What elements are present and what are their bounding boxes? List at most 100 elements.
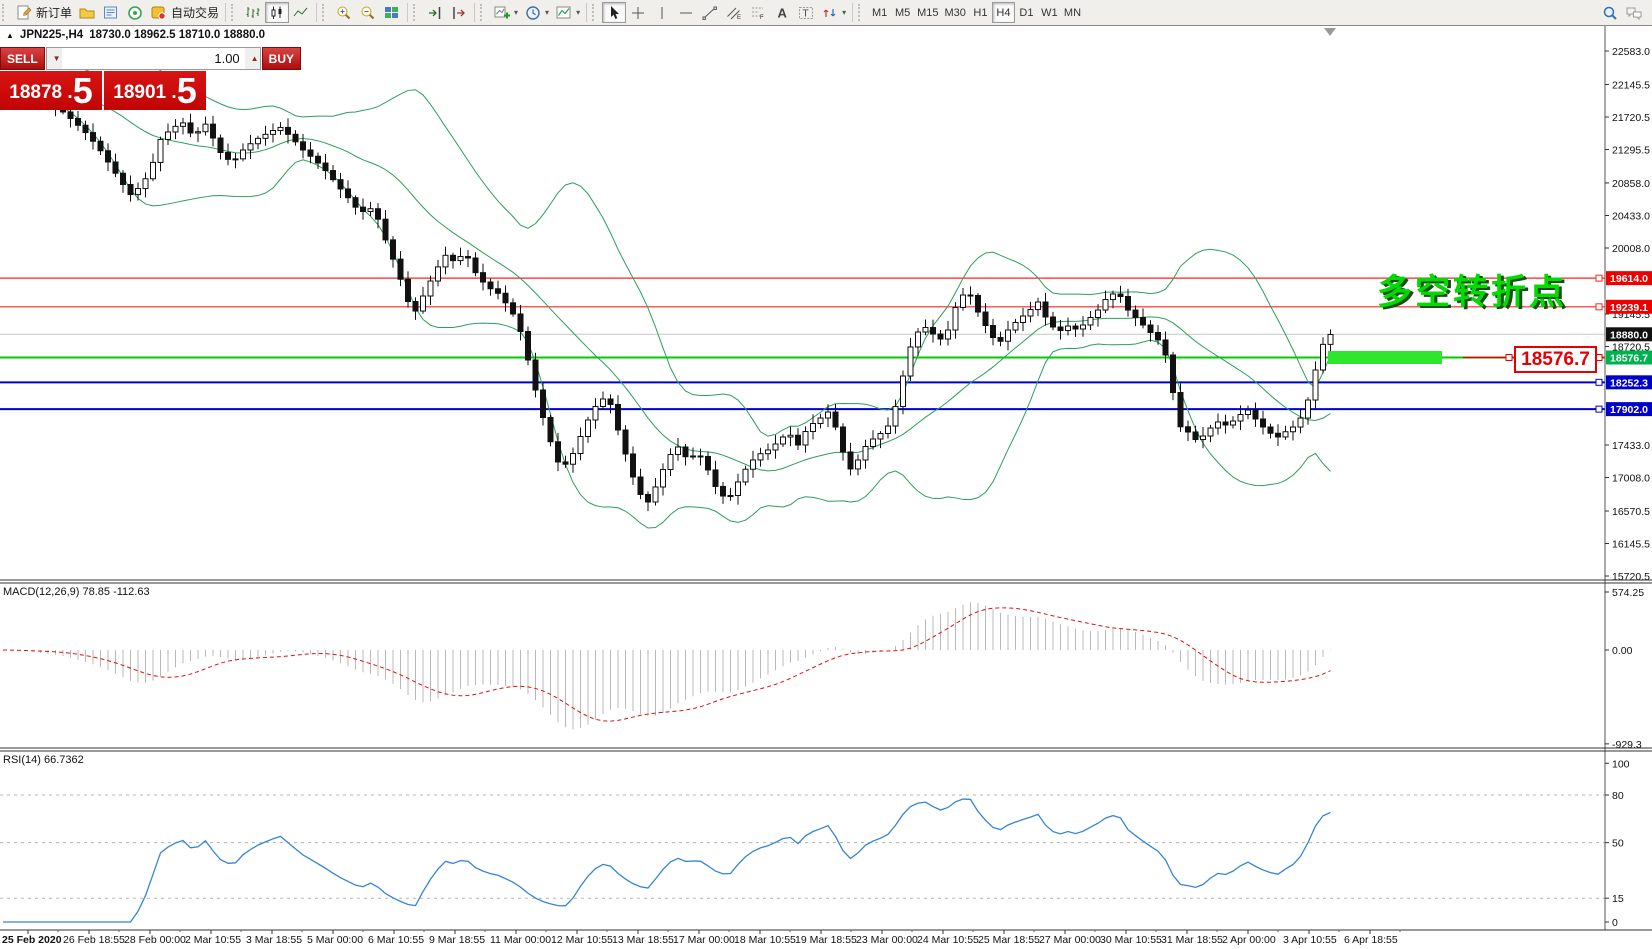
support-zone-highlight[interactable] [1328, 351, 1442, 364]
timeframe-d1[interactable]: D1 [1015, 2, 1038, 23]
volume-input[interactable] [62, 48, 245, 69]
timeframe-m15[interactable]: M15 [914, 2, 941, 23]
toolbar-grip[interactable] [413, 4, 420, 21]
auto-scroll-icon [426, 4, 444, 22]
svg-text:31 Mar 18:55: 31 Mar 18:55 [1161, 934, 1223, 946]
svg-text:100: 100 [1612, 758, 1630, 770]
toolbar-grip[interactable] [2, 4, 9, 21]
sell-price-tile[interactable]: 18878 .5 [0, 71, 102, 110]
volume-increase-button[interactable]: ▲ [245, 48, 260, 69]
timeframe-h1[interactable]: H1 [969, 2, 992, 23]
svg-text:20433.0: 20433.0 [1612, 210, 1650, 222]
line-anchor-handle[interactable] [1596, 379, 1602, 385]
svg-text:11 Mar 00:00: 11 Mar 00:00 [490, 934, 551, 946]
chart-surface[interactable]: 22583.022145.521720.521295.520858.020433… [0, 0, 1652, 949]
fibonacci-button[interactable]: F [746, 2, 770, 23]
timeframe-h4[interactable]: H4 [992, 2, 1015, 23]
svg-text:26 Feb 18:55: 26 Feb 18:55 [63, 934, 125, 946]
auto-scroll-button[interactable] [423, 2, 447, 23]
svg-text:F: F [760, 15, 764, 21]
main-toolbar: 新订单 自动交易 ▾ ▾ ▾ E F AT ▾ M1M5M15 M30H1 H4 D1W1MN [0, 0, 1652, 26]
chat-button[interactable] [1622, 2, 1646, 23]
cursor-button[interactable] [602, 2, 626, 23]
svg-text:15: 15 [1612, 893, 1624, 905]
toolbar-separator [852, 3, 853, 22]
line-anchor-handle[interactable] [1596, 304, 1602, 310]
chevron-down-icon[interactable]: ▾ [576, 9, 580, 17]
timeframe-mn[interactable]: MN [1061, 2, 1084, 23]
trendline-button[interactable] [698, 2, 722, 23]
toolbar-separator [474, 3, 475, 22]
svg-text:A: A [778, 5, 788, 20]
toolbar-grip[interactable] [480, 4, 487, 21]
bar-chart-button[interactable] [241, 2, 265, 23]
toolbar-separator [316, 3, 317, 22]
chevron-down-icon[interactable]: ▾ [545, 9, 549, 17]
line-anchor-handle[interactable] [1506, 355, 1512, 361]
crosshair-button[interactable] [626, 2, 650, 23]
timeframe-w1[interactable]: W1 [1038, 2, 1061, 23]
sell-button[interactable]: SELL [0, 47, 45, 70]
bar-chart-icon [244, 4, 262, 22]
timeframe-m5[interactable]: M5 [891, 2, 914, 23]
profiles-button[interactable] [75, 2, 99, 23]
fibonacci-icon: F [749, 4, 767, 22]
arrows-button[interactable]: ▾ [818, 2, 849, 23]
price-level-label[interactable]: 18576.7 [1514, 346, 1597, 373]
svg-text:E: E [737, 15, 741, 21]
svg-text:6 Mar 10:55: 6 Mar 10:55 [368, 934, 424, 946]
buy-button[interactable]: BUY [262, 47, 301, 70]
chevron-down-icon[interactable]: ▾ [842, 9, 846, 17]
chart-ohlc-values: 18730.0 18962.5 18710.0 18880.0 [89, 29, 265, 41]
toolbar-grip[interactable] [322, 4, 329, 21]
market-watch-icon [102, 4, 120, 22]
line-anchor-handle[interactable] [1596, 406, 1602, 412]
text-button[interactable]: A [770, 2, 794, 23]
equidistant-channel-button[interactable]: E [722, 2, 746, 23]
indicators-icon [555, 4, 573, 22]
tile-windows-button[interactable] [380, 2, 404, 23]
new-chart-button[interactable]: ▾ [490, 2, 521, 23]
collapse-triangle-icon[interactable]: ▲ [6, 31, 14, 40]
navigator-button[interactable] [123, 2, 147, 23]
toolbar-grip[interactable] [231, 4, 238, 21]
horizontal-line-icon [677, 4, 695, 22]
svg-text:25 Mar 18:55: 25 Mar 18:55 [978, 934, 1040, 946]
horizontal-line-button[interactable] [674, 2, 698, 23]
rsi-label: RSI(14) 66.7362 [3, 754, 84, 766]
chart-shift-button[interactable] [447, 2, 471, 23]
periods-button[interactable]: ▾ [521, 2, 552, 23]
chevron-down-icon[interactable]: ▾ [514, 9, 518, 17]
market-watch-button[interactable] [99, 2, 123, 23]
bull-bear-turning-point-annotation[interactable]: 多空转折点 [1377, 264, 1567, 315]
time-axis[interactable]: 25 Feb 202026 Feb 18:5528 Feb 00:002 Mar… [2, 930, 1400, 946]
svg-text:27 Mar 00:00: 27 Mar 00:00 [1039, 934, 1101, 946]
auto-trading-button[interactable]: 自动交易 [147, 2, 222, 23]
volume-decrease-button[interactable]: ▼ [47, 48, 62, 69]
vertical-line-button[interactable] [650, 2, 674, 23]
sell-price-big-digit: 5 [73, 74, 93, 108]
zoom-in-button[interactable] [332, 2, 356, 23]
toolbar-grip[interactable] [592, 4, 599, 21]
timeframe-m30[interactable]: M30 [942, 2, 969, 23]
svg-text:574.25: 574.25 [1612, 587, 1644, 599]
indicators-button[interactable]: ▾ [552, 2, 583, 23]
line-anchor-handle[interactable] [1596, 275, 1602, 281]
new-order-button[interactable]: 新订单 [12, 2, 75, 23]
timeframe-h4-label: H4 [996, 7, 1010, 19]
arrows-icon [821, 4, 839, 22]
svg-text:15720.5: 15720.5 [1612, 571, 1650, 583]
search-icon [1601, 4, 1619, 22]
new-order-button-label: 新订单 [36, 4, 72, 21]
buy-price-tile[interactable]: 18901 .5 [104, 71, 206, 110]
timeframe-m15-label: M15 [917, 7, 938, 19]
zoom-out-button[interactable] [356, 2, 380, 23]
candlestick-chart-button[interactable] [265, 2, 289, 23]
toolbar-grip[interactable] [858, 4, 865, 21]
search-button[interactable] [1598, 2, 1622, 23]
one-click-trading-panel: SELL ▼ ▲ BUY 18878 .5 18901 .5 [0, 47, 206, 110]
label-button[interactable]: T [794, 2, 818, 23]
timeframe-m1[interactable]: M1 [868, 2, 891, 23]
line-chart-button[interactable] [289, 2, 313, 23]
sell-price: 18878 . [9, 78, 72, 108]
